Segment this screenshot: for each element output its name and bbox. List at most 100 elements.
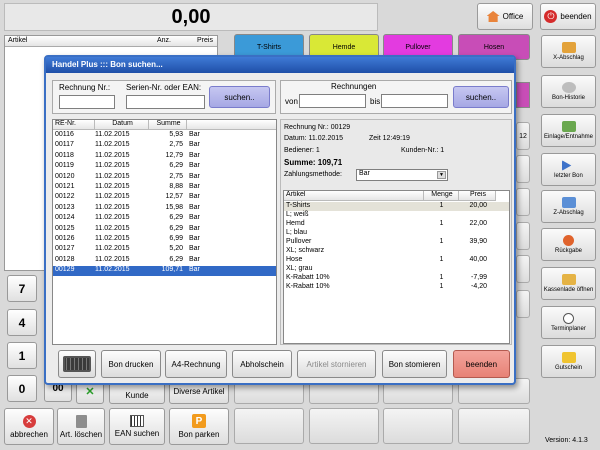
ean-suchen-button[interactable]: EAN suchen [109, 408, 165, 445]
bon-nr: 00116 [55, 131, 74, 138]
keyboard-button[interactable] [58, 350, 96, 378]
bon-zahlart: Bar [189, 255, 200, 263]
bon-row[interactable]: 00129 11.02.2015 109,71 Bar [53, 266, 276, 277]
detail-summe: Summe: 109,71 [284, 158, 343, 167]
items-list[interactable]: Artikel Menge Preis T-Shirts 1 20,00 L; wei… [283, 190, 510, 344]
grid-tile[interactable]: 12 [516, 122, 530, 150]
bon-nr: 00118 [55, 151, 74, 159]
sidebar-item-rueckgabe[interactable]: Rückgabe [541, 228, 596, 261]
key-0[interactable]: 0 [7, 375, 37, 402]
item-row[interactable]: L; blau [284, 229, 509, 238]
bon-row[interactable]: 00118 11.02.2015 12,79 Bar [53, 152, 276, 162]
office-button[interactable]: Office [477, 3, 533, 30]
item-name: L; blau [286, 229, 308, 236]
bon-zahlart: Bar [189, 224, 200, 232]
sidebar-item-kassenlade[interactable]: Kassenlade öffnen [541, 267, 596, 300]
bon-row[interactable]: 00125 11.02.2015 6,29 Bar [53, 225, 276, 235]
item-preis: 20,00 [469, 202, 487, 209]
sidebar-item-gutschein[interactable]: Gutschein [541, 345, 596, 378]
rechnungen-label: Rechnungen [331, 82, 377, 91]
rechnung-input[interactable] [59, 95, 115, 109]
bon-nr: 00127 [55, 245, 75, 253]
bon-row[interactable]: 00124 11.02.2015 6,29 Bar [53, 214, 276, 224]
item-row[interactable]: L; weiß [284, 211, 509, 220]
item-row[interactable]: T-Shirts 1 20,00 [284, 202, 509, 211]
office-label: Office [502, 12, 524, 21]
bon-datum: 11.02.2015 [95, 255, 130, 263]
key-1[interactable]: 1 [7, 342, 37, 369]
grid-tile[interactable] [516, 222, 530, 250]
sidebar-item-terminplaner[interactable]: Terminplaner [541, 306, 596, 339]
clock-icon [561, 82, 576, 93]
grid-tile[interactable] [309, 408, 379, 444]
bon-nr: 00126 [55, 235, 75, 242]
beenden-button[interactable]: beenden [453, 350, 510, 378]
bon-row[interactable]: 00121 11.02.2015 8,88 Bar [53, 183, 276, 193]
sidebar-item-z-abschlag[interactable]: Z-Abschlag [541, 190, 596, 223]
bon-parken-button[interactable]: P Bon parken [169, 408, 229, 445]
bon-row[interactable]: 00120 11.02.2015 2,75 Bar [53, 173, 276, 183]
abholschein-button[interactable]: Abholschein [232, 350, 292, 378]
item-preis: 40,00 [469, 256, 487, 263]
bon-row[interactable]: 00123 11.02.2015 15,98 Bar [53, 204, 276, 214]
sidebar-label: Einlage/Entnahme [543, 134, 594, 140]
bon-summe: 6,29 [169, 224, 183, 232]
item-row[interactable]: K-Rabatt 10% 1 -7,99 [284, 274, 509, 283]
sidebar-item-bon-historie[interactable]: Bon-Historie [541, 75, 596, 108]
total-display: 0,00 [4, 3, 378, 31]
bon-row[interactable]: 00122 11.02.2015 12,57 Bar [53, 193, 276, 203]
bon-zahlart: Bar [189, 193, 200, 201]
item-name: Pullover [286, 238, 312, 245]
serien-ean-input[interactable] [126, 95, 205, 109]
bon-row[interactable]: 00128 11.02.2015 6,29 Bar [53, 256, 276, 266]
key-7[interactable]: 7 [7, 275, 37, 302]
bon-datum: 11.02.2015 [95, 224, 130, 232]
sidebar-label: X-Abschlag [553, 55, 584, 61]
item-row[interactable]: XL; grau [284, 265, 509, 274]
bon-row[interactable]: 00126 11.02.2015 6,99 Bar [53, 235, 276, 245]
bon-row[interactable]: 00119 11.02.2015 6,29 Bar [53, 162, 276, 172]
bon-drucken-button[interactable]: Bon drucken [101, 350, 161, 378]
bon-search-dialog: Handel Plus ::: Bon suchen... Rechnung N… [44, 55, 516, 385]
item-row[interactable]: Hose 1 40,00 [284, 256, 509, 265]
item-row[interactable]: XL; schwarz [284, 247, 509, 256]
item-name: Hose [286, 256, 303, 263]
bon-row[interactable]: 00127 11.02.2015 5,20 Bar [53, 245, 276, 255]
grid-tile[interactable] [458, 408, 530, 444]
abbrechen-button[interactable]: ✕ abbrechen [4, 408, 54, 445]
sidebar-item-einlage[interactable]: Einlage/Entnahme [541, 114, 596, 147]
zahlung-select[interactable]: Bar ▼ [356, 169, 448, 181]
grid-tile[interactable] [516, 188, 530, 216]
bis-input[interactable] [381, 94, 448, 108]
artikel-stornieren-button[interactable]: Artikel stornieren [297, 350, 376, 378]
bon-stornieren-button[interactable]: Bon stomieren [382, 350, 447, 378]
col-re-nr: RE-Nr. [53, 120, 95, 130]
bon-datum: 11.02.2015 [95, 162, 130, 170]
category-strip-right[interactable] [516, 82, 530, 108]
a4-rechnung-button[interactable]: A4-Rechnung [165, 350, 227, 378]
bon-row[interactable]: 00116 11.02.2015 5,93 Bar [53, 131, 276, 141]
grid-tile[interactable] [234, 408, 304, 444]
trash-icon [75, 414, 87, 428]
sidebar-item-x-abschlag[interactable]: X-Abschlag [541, 35, 596, 68]
item-row[interactable]: Pullover 1 39,90 [284, 238, 509, 247]
bon-row[interactable]: 00117 11.02.2015 2,75 Bar [53, 141, 276, 151]
grid-tile[interactable] [383, 408, 453, 444]
range-search-button[interactable]: suchen.. [453, 86, 509, 108]
art-loeschen-button[interactable]: Art. löschen [57, 408, 105, 445]
von-input[interactable] [299, 94, 366, 108]
bons-list[interactable]: RE-Nr. Datum Summe 00116 11.02.2015 5,93 Ba… [52, 119, 277, 345]
bon-nr: 00128 [55, 255, 75, 263]
grid-tile[interactable] [516, 290, 530, 318]
key-4[interactable]: 4 [7, 309, 37, 336]
grid-tile[interactable] [516, 255, 530, 283]
item-row[interactable]: Hemd 1 22,00 [284, 220, 509, 229]
search-button[interactable]: suchen.. [209, 86, 270, 108]
quit-button[interactable]: ⏻ beenden [540, 3, 596, 30]
item-name: L; weiß [286, 211, 309, 218]
bon-zahlart: Bar [189, 214, 200, 222]
item-row[interactable]: K-Rabatt 10% 1 -4,20 [284, 283, 509, 292]
sidebar-item-letzter-bon[interactable]: letzter Bon [541, 153, 596, 186]
bon-zahlart: Bar [189, 183, 200, 190]
grid-tile[interactable] [516, 155, 530, 183]
